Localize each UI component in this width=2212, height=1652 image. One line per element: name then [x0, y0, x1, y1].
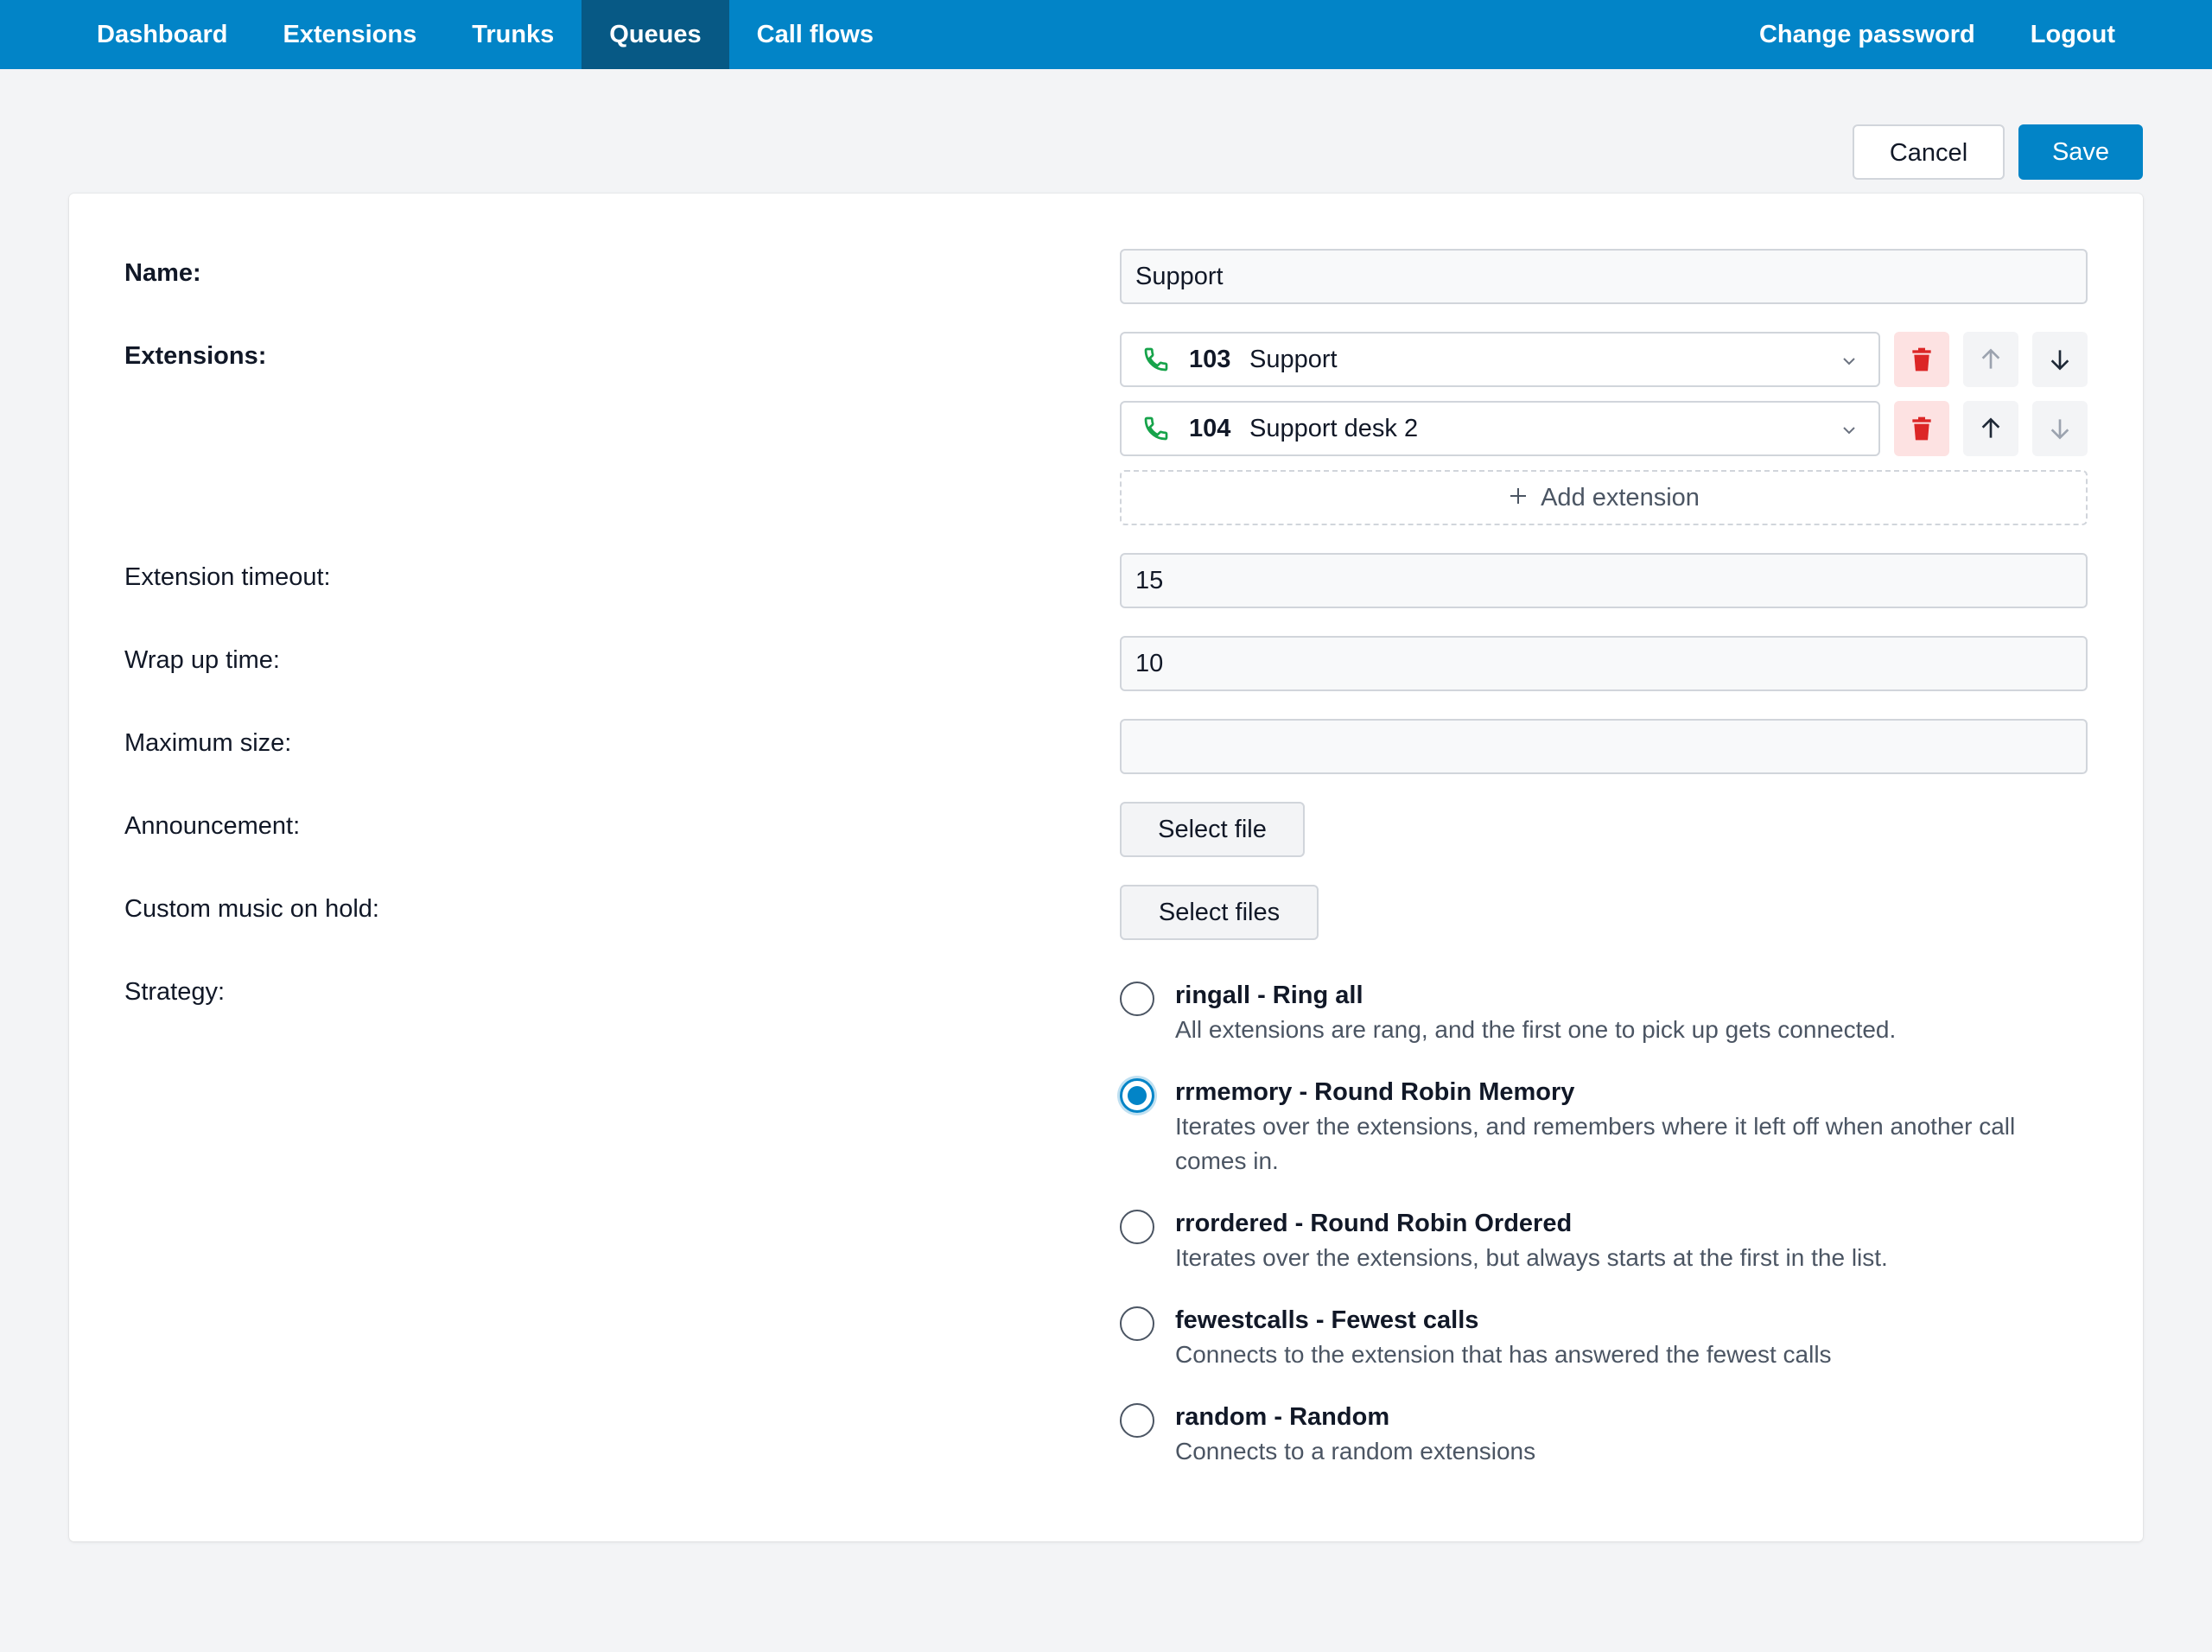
maximum-size-input[interactable] [1120, 719, 2088, 774]
wrap-up-time-label: Wrap up time: [124, 646, 280, 674]
nav-change-password[interactable]: Change password [1732, 0, 2003, 69]
top-navigation: Dashboard Extensions Trunks Queues Call … [0, 0, 2212, 69]
nav-trunks[interactable]: Trunks [444, 0, 582, 69]
strategy-radio-fewestcalls[interactable] [1120, 1306, 1154, 1341]
extension-number: 103 [1189, 346, 1231, 373]
add-extension-button[interactable]: Add extension [1120, 470, 2088, 525]
trash-icon [1912, 416, 1931, 441]
music-on-hold-label: Custom music on hold: [124, 895, 379, 923]
strategy-desc-rrmemory: Iterates over the extensions, and rememb… [1175, 1113, 2016, 1174]
arrow-down-icon [2050, 419, 2069, 440]
strategy-radio-random[interactable] [1120, 1403, 1154, 1438]
strategy-title-rrmemory: rrmemory - Round Robin Memory [1175, 1078, 1575, 1106]
arrow-up-icon [1981, 348, 2000, 369]
strategy-desc-fewestcalls: Connects to the extension that has answe… [1175, 1341, 1832, 1368]
strategy-radio-rrordered[interactable] [1120, 1210, 1154, 1244]
strategy-title-rrordered: rrordered - Round Robin Ordered [1175, 1210, 1573, 1237]
strategy-title-random: random - Random [1175, 1403, 1390, 1431]
cancel-button[interactable]: Cancel [1853, 124, 2005, 180]
strategy-radio-ringall[interactable] [1120, 982, 1154, 1016]
move-down-button[interactable] [2032, 332, 2088, 387]
strategy-label: Strategy: [124, 978, 226, 1006]
phone-icon [1144, 347, 1168, 372]
trash-icon [1912, 347, 1931, 372]
delete-extension-button[interactable] [1894, 401, 1949, 456]
strategy-title-ringall: ringall - Ring all [1175, 982, 1363, 1009]
nav-call-flows[interactable]: Call flows [729, 0, 901, 69]
wrap-up-time-input[interactable]: 10 [1120, 636, 2088, 691]
extension-select[interactable]: 103 Support [1120, 332, 1880, 387]
strategy-radio-rrmemory[interactable] [1120, 1078, 1154, 1113]
extension-name: Support desk 2 [1249, 415, 1419, 442]
announcement-label: Announcement: [124, 812, 301, 840]
chevron-down-icon [1843, 358, 1855, 365]
name-input[interactable]: Support [1120, 249, 2088, 304]
nav-logout[interactable]: Logout [2003, 0, 2143, 69]
strategy-desc-random: Connects to a random extensions [1175, 1438, 1536, 1465]
name-label: Name: [124, 259, 201, 287]
move-up-button[interactable] [1963, 332, 2018, 387]
add-extension-label: Add extension [1541, 484, 1700, 511]
select-file-button[interactable]: Select file [1120, 802, 1305, 857]
extension-number: 104 [1189, 415, 1231, 442]
chevron-down-icon [1843, 427, 1855, 435]
phone-icon [1144, 416, 1168, 441]
arrow-up-icon [1981, 417, 2000, 438]
extension-name: Support [1249, 346, 1338, 373]
select-files-button[interactable]: Select files [1120, 885, 1319, 940]
maximum-size-label: Maximum size: [124, 729, 292, 757]
nav-dashboard[interactable]: Dashboard [69, 0, 255, 69]
extension-select[interactable]: 104 Support desk 2 [1120, 401, 1880, 456]
strategy-desc-ringall: All extensions are rang, and the first o… [1175, 1016, 1897, 1043]
strategy-desc-rrordered: Iterates over the extensions, but always… [1175, 1244, 1888, 1271]
extensions-label: Extensions: [124, 342, 267, 370]
move-down-button[interactable] [2032, 401, 2088, 456]
strategy-title-fewestcalls: fewestcalls - Fewest calls [1175, 1306, 1479, 1334]
queue-form-card: Name: Support Extensions: 103 Support 10… [69, 194, 2143, 1541]
nav-right: Change password Logout [1732, 0, 2143, 69]
nav-queues[interactable]: Queues [582, 0, 729, 69]
move-up-button[interactable] [1963, 401, 2018, 456]
extension-timeout-label: Extension timeout: [124, 563, 331, 591]
arrow-down-icon [2050, 350, 2069, 371]
nav-extensions[interactable]: Extensions [255, 0, 444, 69]
nav-left: Dashboard Extensions Trunks Queues Call … [69, 0, 901, 69]
save-button[interactable]: Save [2018, 124, 2143, 180]
extension-timeout-input[interactable]: 15 [1120, 553, 2088, 608]
plus-icon [1510, 488, 1527, 505]
delete-extension-button[interactable] [1894, 332, 1949, 387]
